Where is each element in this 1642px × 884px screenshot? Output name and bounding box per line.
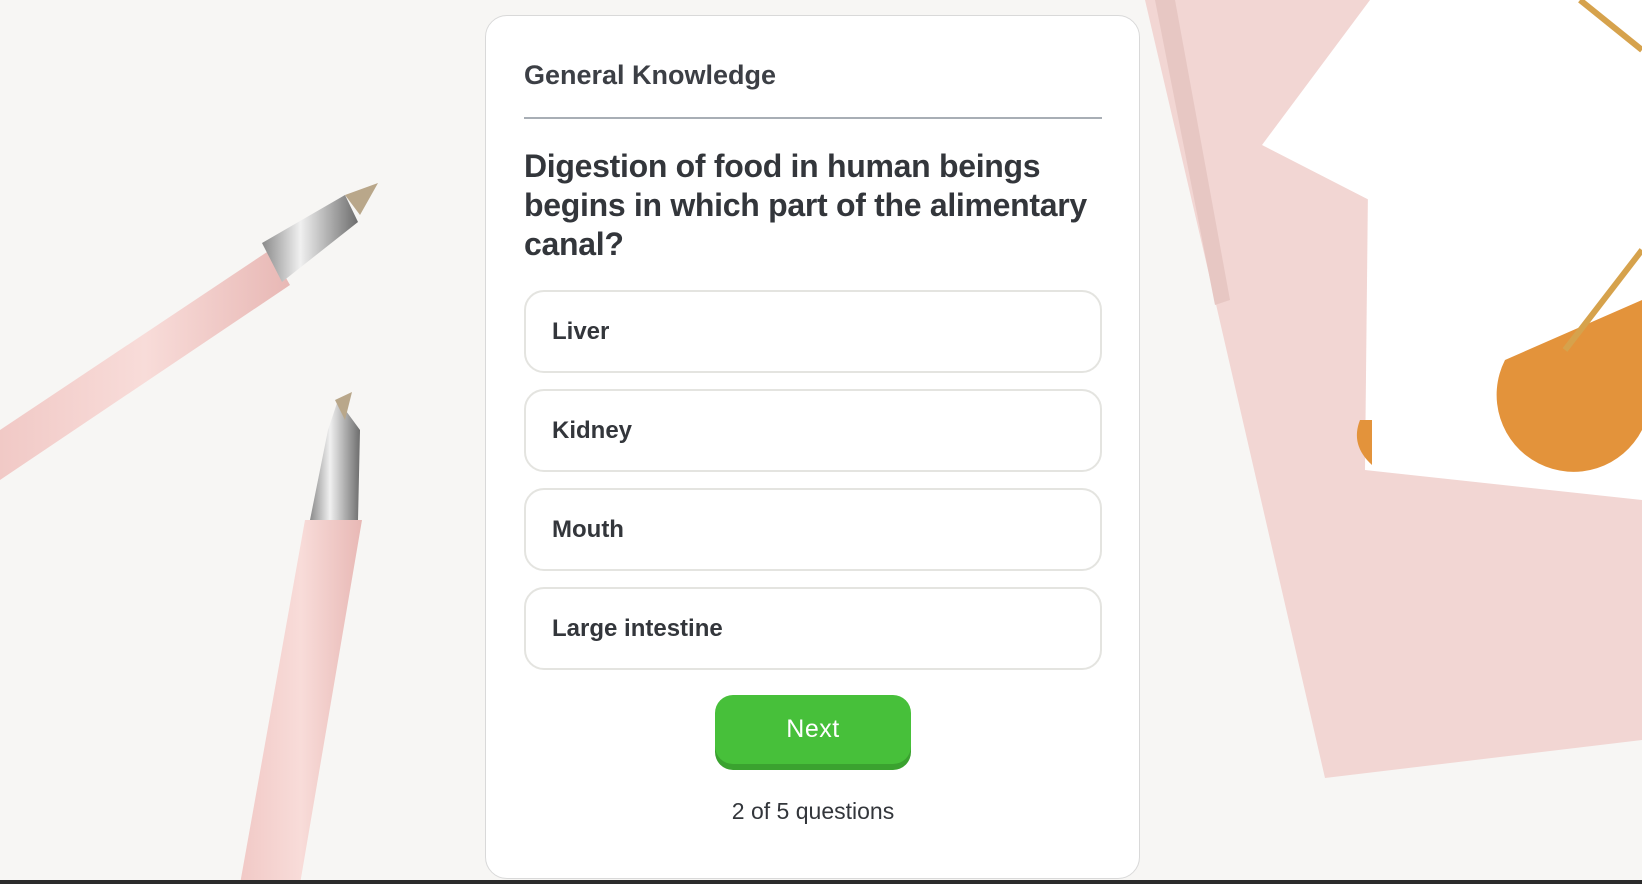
next-button-container: Next	[524, 695, 1102, 764]
answer-option-label: Mouth	[552, 515, 624, 543]
quiz-card: General Knowledge Digestion of food in h…	[485, 15, 1140, 879]
answer-option-liver[interactable]: Liver	[524, 290, 1102, 373]
answer-option-label: Large intestine	[552, 614, 723, 642]
answer-option-label: Kidney	[552, 416, 633, 444]
question-progress: 2 of 5 questions	[731, 798, 895, 824]
answer-option-mouth[interactable]: Mouth	[524, 488, 1102, 571]
answer-option-kidney[interactable]: Kidney	[524, 389, 1102, 472]
question-text: Digestion of food in human beings begins…	[524, 148, 1087, 262]
quiz-category-title: General Knowledge	[524, 60, 777, 90]
next-button[interactable]: Next	[715, 695, 911, 764]
answer-options: Liver Kidney Mouth Large intestine	[524, 290, 1102, 670]
bottom-edge	[0, 880, 1642, 884]
answer-option-large-intestine[interactable]: Large intestine	[524, 587, 1102, 670]
title-divider	[524, 117, 1102, 119]
answer-option-label: Liver	[552, 317, 610, 345]
